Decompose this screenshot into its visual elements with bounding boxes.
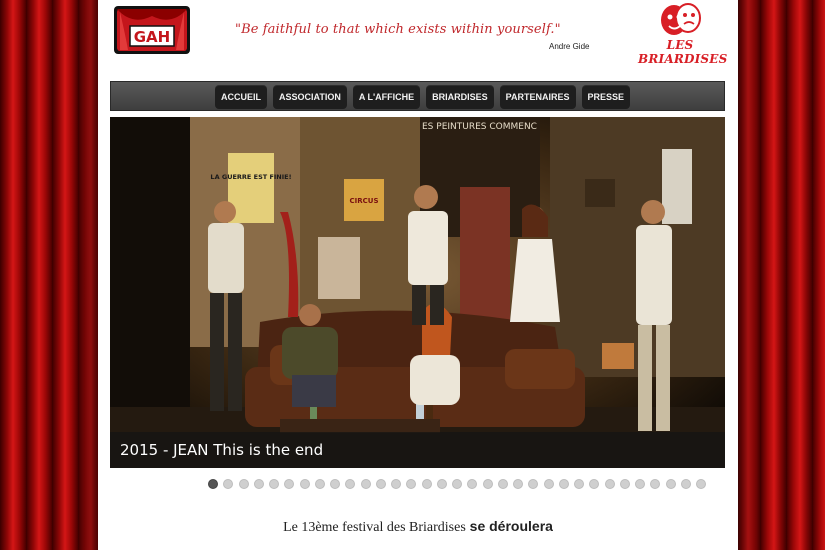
briardises-logo[interactable]: LES BRIARDISES (638, 2, 727, 66)
quote-author: Andre Gide (549, 42, 590, 51)
poster-guerre-text: LA GUERRE EST FINIE! (210, 173, 291, 181)
slider-dot[interactable] (650, 479, 661, 489)
gah-logo-text: GAH (134, 28, 170, 46)
slider-dot[interactable] (345, 479, 356, 489)
wall-text: ES PEINTURES COMMENC (422, 122, 537, 132)
poster-circus-text: CIRCUS (350, 197, 379, 205)
festival-heading: Le 13ème festival des Briardises se déro… (98, 518, 738, 536)
slider-dot[interactable] (635, 479, 645, 489)
page-container: GAH "Be faithful to that which exists wi… (98, 0, 738, 550)
slider-dot[interactable] (574, 479, 584, 489)
slider-dot[interactable] (208, 479, 218, 489)
slider-dot[interactable] (665, 479, 676, 489)
slider-dot[interactable] (543, 479, 554, 489)
slider-dot[interactable] (330, 479, 340, 489)
slider-dot[interactable] (513, 479, 523, 489)
slider-dot[interactable] (528, 479, 539, 489)
slider-dot[interactable] (467, 479, 478, 489)
nav-item-a-laffiche[interactable]: A L'AFFICHE (352, 85, 421, 109)
briardises-logo-text: LES BRIARDISES (638, 38, 728, 66)
slider-dot[interactable] (482, 479, 493, 489)
slider-dot[interactable] (299, 479, 310, 489)
slider-dot[interactable] (391, 479, 401, 489)
nav-item-briardises[interactable]: BRIARDISES (426, 85, 494, 109)
slider-dot[interactable] (284, 479, 295, 489)
slider-dot[interactable] (314, 479, 325, 489)
image-slider[interactable]: ES PEINTURES COMMENC LA GUERRE EST FINIE… (110, 117, 725, 468)
nav-item-partenaires[interactable]: PARTENAIRES (499, 85, 576, 109)
nav-item-presse[interactable]: PRESSE (581, 85, 631, 109)
nav-item-association[interactable]: ASSOCIATION (273, 85, 347, 109)
slider-dot[interactable] (619, 479, 630, 489)
slider-dot[interactable] (360, 479, 371, 489)
slider-pagination (208, 479, 728, 491)
slider-dot[interactable] (375, 479, 386, 489)
slider-dot[interactable] (680, 479, 691, 489)
right-curtain-shadow (735, 0, 757, 550)
festival-heading-part1: Le 13ème festival des Briardises (283, 520, 466, 535)
header-quote: "Be faithful to that which exists within… (235, 22, 561, 37)
slide-caption-bar: 2015 - JEAN This is the end (110, 432, 725, 468)
slider-dot[interactable] (696, 479, 706, 489)
slider-dot[interactable] (223, 479, 234, 489)
slide-caption: 2015 - JEAN This is the end (120, 441, 324, 459)
nav-item-accueil[interactable]: ACCUEIL (215, 85, 267, 109)
slider-dot[interactable] (497, 479, 508, 489)
slider-dot[interactable] (452, 479, 462, 489)
main-navigation: ACCUEIL ASSOCIATION A L'AFFICHE BRIARDIS… (110, 81, 725, 111)
left-curtain-shadow (78, 0, 100, 550)
festival-heading-part2: se déroulera (469, 518, 553, 534)
slider-dot[interactable] (436, 479, 447, 489)
slider-dot[interactable] (238, 479, 249, 489)
slider-dot[interactable] (604, 479, 615, 489)
slider-dot[interactable] (421, 479, 432, 489)
slider-dot[interactable] (589, 479, 600, 489)
gah-logo[interactable]: GAH (112, 4, 192, 56)
slider-dot[interactable] (253, 479, 264, 489)
slider-dot[interactable] (406, 479, 417, 489)
slider-dot[interactable] (558, 479, 569, 489)
slider-dot[interactable] (269, 479, 279, 489)
stage-photo: ES PEINTURES COMMENC LA GUERRE EST FINIE… (110, 117, 725, 468)
